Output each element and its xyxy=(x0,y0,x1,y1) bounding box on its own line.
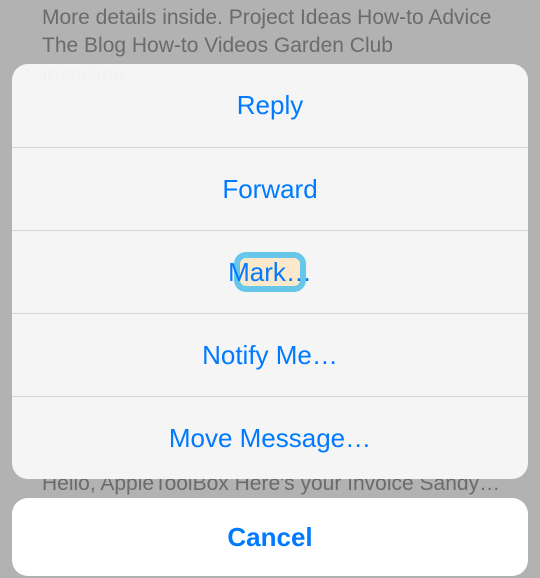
forward-button[interactable]: Forward xyxy=(12,147,528,230)
action-label: Forward xyxy=(222,174,317,205)
notify-me-button[interactable]: Notify Me… xyxy=(12,313,528,396)
cancel-sheet: Cancel xyxy=(12,498,528,576)
action-sheet: Reply Forward Mark… Notify Me… Move Mess… xyxy=(12,64,528,479)
action-label: Move Message… xyxy=(169,423,371,454)
cancel-button[interactable]: Cancel xyxy=(12,498,528,576)
action-label: Notify Me… xyxy=(202,340,338,371)
mark-button[interactable]: Mark… xyxy=(12,230,528,313)
action-label: Mark… xyxy=(228,257,312,288)
cancel-label: Cancel xyxy=(227,522,312,553)
reply-button[interactable]: Reply xyxy=(12,64,528,147)
move-message-button[interactable]: Move Message… xyxy=(12,396,528,479)
action-label: Reply xyxy=(237,90,303,121)
